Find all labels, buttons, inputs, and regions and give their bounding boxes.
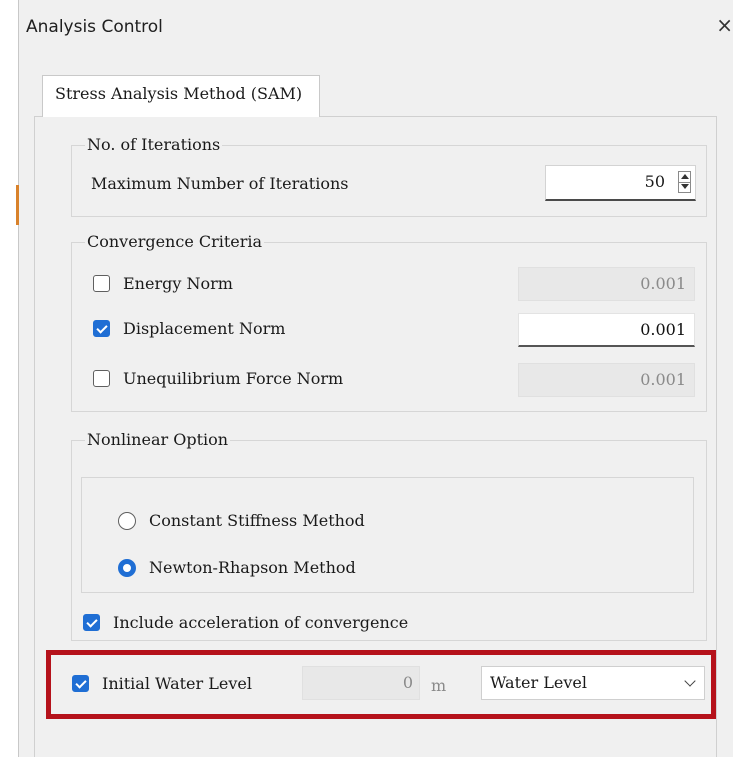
spin-up-icon[interactable] bbox=[681, 174, 689, 179]
energy-norm-checkbox[interactable] bbox=[93, 275, 110, 292]
dialog-title: Analysis Control bbox=[26, 17, 163, 37]
acceleration-checkbox[interactable] bbox=[83, 614, 100, 631]
window-edge-divider bbox=[18, 0, 19, 757]
nonlinear-group-title: Nonlinear Option bbox=[85, 430, 231, 449]
constant-stiffness-radio[interactable] bbox=[118, 512, 136, 530]
max-iterations-value[interactable]: 50 bbox=[645, 166, 665, 198]
background-window-edge bbox=[0, 0, 18, 757]
unequilibrium-force-norm-input: 0.001 bbox=[518, 363, 695, 397]
max-iterations-spinner[interactable]: 50 bbox=[545, 165, 696, 201]
highlight-annotation-box bbox=[46, 650, 716, 719]
constant-stiffness-label: Constant Stiffness Method bbox=[149, 511, 365, 530]
convergence-group-title: Convergence Criteria bbox=[85, 232, 265, 251]
spinner-divider bbox=[679, 182, 690, 183]
background-accent-mark bbox=[16, 185, 19, 225]
energy-norm-label: Energy Norm bbox=[123, 274, 233, 293]
displacement-norm-input[interactable]: 0.001 bbox=[518, 313, 695, 347]
energy-norm-input: 0.001 bbox=[518, 267, 695, 301]
displacement-norm-checkbox[interactable] bbox=[93, 320, 110, 337]
spinner-buttons[interactable] bbox=[678, 171, 691, 193]
unequilibrium-force-norm-checkbox[interactable] bbox=[93, 370, 110, 387]
iterations-group-title: No. of Iterations bbox=[85, 135, 223, 154]
unequilibrium-force-norm-label: Unequilibrium Force Norm bbox=[123, 369, 344, 388]
newton-rhapson-label: Newton-Rhapson Method bbox=[149, 558, 356, 577]
tab-stress-analysis-method[interactable]: Stress Analysis Method (SAM) bbox=[42, 75, 320, 117]
spin-down-icon[interactable] bbox=[681, 184, 689, 189]
acceleration-label: Include acceleration of convergence bbox=[113, 613, 409, 632]
newton-rhapson-radio[interactable] bbox=[118, 559, 136, 577]
displacement-norm-label: Displacement Norm bbox=[123, 319, 286, 338]
max-iterations-label: Maximum Number of Iterations bbox=[91, 174, 349, 193]
close-icon[interactable]: × bbox=[715, 13, 733, 37]
